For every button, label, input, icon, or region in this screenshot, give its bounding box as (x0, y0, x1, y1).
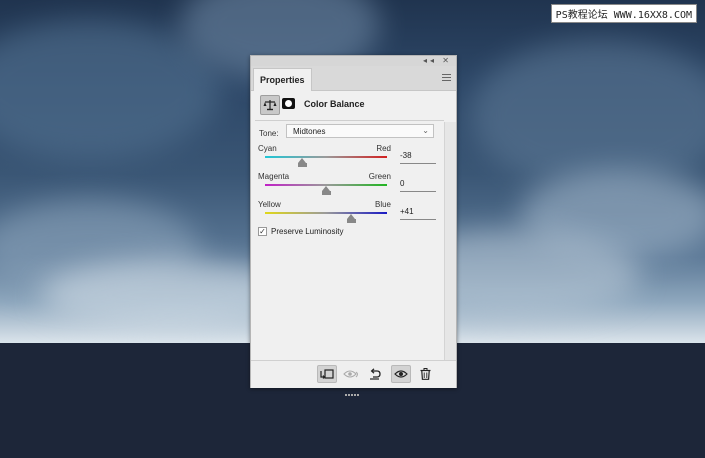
color-balance-scale-icon[interactable] (260, 95, 280, 115)
magenta-green-value[interactable]: 0 (400, 179, 436, 192)
blue-label: Blue (374, 200, 391, 209)
chevron-down-icon: ⌄ (422, 126, 429, 135)
magenta-label: Magenta (258, 172, 290, 181)
tone-dropdown-value: Midtones (293, 127, 326, 136)
delete-button[interactable] (415, 365, 435, 383)
close-icon[interactable]: ✕ (442, 56, 452, 65)
visibility-eye-icon (394, 370, 408, 378)
cyan-red-track[interactable] (265, 156, 387, 158)
clip-to-layer-button[interactable] (317, 365, 337, 383)
panel-menu-icon[interactable] (442, 74, 451, 83)
yellow-blue-thumb[interactable] (346, 214, 356, 223)
green-label: Green (368, 172, 391, 181)
collapse-icon[interactable]: ◂◂ (423, 56, 437, 65)
cyan-red-value[interactable]: -38 (400, 151, 436, 164)
panel-tab-row: Properties (251, 66, 456, 91)
cyan-red-thumb[interactable] (298, 158, 308, 167)
layer-mask-icon[interactable] (282, 98, 295, 109)
yellow-blue-track[interactable] (265, 212, 387, 214)
tab-properties[interactable]: Properties (253, 68, 312, 91)
visibility-button[interactable] (391, 365, 411, 383)
magenta-green-thumb[interactable] (321, 186, 331, 195)
cyan-red-slider-row: Cyan Red -38 (258, 144, 448, 174)
header-divider (255, 120, 444, 121)
reset-button[interactable] (365, 365, 385, 383)
magenta-green-slider-row: Magenta Green 0 (258, 172, 448, 202)
properties-content: Tone: Midtones ⌄ Cyan Red -38 Magenta Gr… (251, 122, 456, 367)
preserve-luminosity-checkbox[interactable]: ✓ (258, 227, 267, 236)
preserve-luminosity-option[interactable]: ✓ Preserve Luminosity (258, 226, 378, 238)
view-previous-state-icon (343, 370, 358, 378)
panel-scrollbar[interactable] (444, 122, 456, 362)
resize-grip[interactable] (345, 383, 363, 396)
watermark-label: PS教程论坛 WWW.16XX8.COM (550, 4, 697, 23)
tone-label: Tone: (259, 129, 279, 138)
view-previous-state-button[interactable] (341, 365, 361, 383)
yellow-label: Yellow (258, 200, 281, 209)
properties-panel: ◂◂ ✕ Properties Color Balance Tone: Midt… (250, 55, 457, 396)
preserve-luminosity-label: Preserve Luminosity (271, 227, 344, 236)
adjustment-title: Color Balance (304, 99, 365, 109)
clip-to-layer-icon (320, 369, 334, 379)
cyan-label: Cyan (258, 144, 277, 153)
panel-footer-toolbar (251, 360, 456, 396)
yellow-blue-value[interactable]: +41 (400, 207, 436, 220)
tone-dropdown[interactable]: Midtones ⌄ (286, 124, 434, 138)
reset-icon (370, 368, 381, 380)
trash-icon (420, 368, 430, 380)
red-label: Red (376, 144, 391, 153)
adjustment-header: Color Balance (251, 91, 456, 119)
panel-titlebar[interactable]: ◂◂ ✕ (251, 56, 456, 66)
